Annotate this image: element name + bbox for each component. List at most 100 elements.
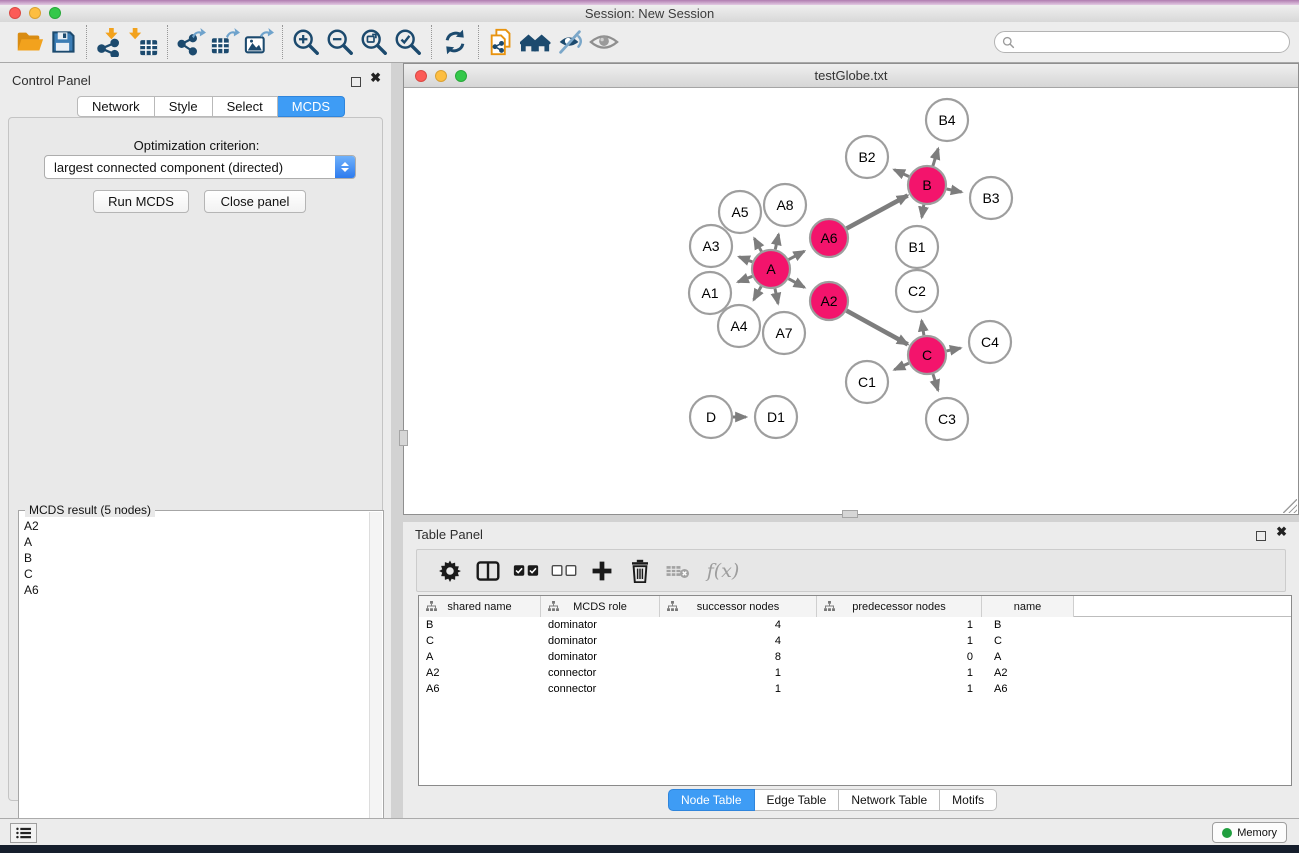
float-panel-icon[interactable]: [351, 77, 361, 87]
graph-node-B[interactable]: B: [908, 166, 946, 204]
column-header-MCDS-role[interactable]: MCDS role: [541, 596, 660, 617]
table-row[interactable]: Cdominator41C: [419, 633, 1291, 649]
graph-node-C2[interactable]: C2: [896, 270, 938, 312]
tab-mcds[interactable]: MCDS: [278, 96, 345, 117]
run-mcds-button[interactable]: Run MCDS: [93, 190, 189, 213]
graph-node-A6[interactable]: A6: [810, 219, 848, 257]
table-cell[interactable]: C: [419, 633, 541, 649]
table-cell[interactable]: connector: [541, 665, 660, 681]
export-network-button[interactable]: [174, 25, 208, 59]
export-image-button[interactable]: [242, 25, 276, 59]
float-table-panel-icon[interactable]: [1256, 531, 1266, 541]
table-cell[interactable]: B: [982, 617, 1074, 633]
edge-C-C4[interactable]: [947, 348, 961, 351]
table-cell[interactable]: 0: [817, 649, 982, 665]
export-table-button[interactable]: [208, 25, 242, 59]
edge-A2-C[interactable]: [847, 311, 908, 345]
table-cell[interactable]: 4: [660, 617, 817, 633]
import-table-button[interactable]: [127, 25, 161, 59]
task-history-button[interactable]: [10, 823, 37, 843]
table-cell[interactable]: 1: [660, 681, 817, 697]
graph-node-B4[interactable]: B4: [926, 99, 968, 141]
table-tab-motifs[interactable]: Motifs: [940, 789, 997, 811]
select-all-button[interactable]: [507, 554, 545, 588]
table-row[interactable]: Adominator80A: [419, 649, 1291, 665]
edge-B-B4[interactable]: [933, 149, 938, 166]
table-row[interactable]: Bdominator41B: [419, 617, 1291, 633]
table-row[interactable]: A6connector11A6: [419, 681, 1291, 697]
close-table-panel-icon[interactable]: ✖: [1276, 527, 1287, 537]
graph-node-C4[interactable]: C4: [969, 321, 1011, 363]
mcds-result-item[interactable]: A2: [24, 518, 369, 534]
delete-table-button[interactable]: [659, 554, 697, 588]
table-cell[interactable]: 1: [660, 665, 817, 681]
zoom-in-button[interactable]: [289, 25, 323, 59]
zoom-selected-button[interactable]: [391, 25, 425, 59]
new-network-from-selection-button[interactable]: [485, 25, 519, 59]
table-tab-edge-table[interactable]: Edge Table: [755, 789, 840, 811]
apply-function-button[interactable]: f(x): [697, 554, 749, 588]
table-cell[interactable]: 4: [660, 633, 817, 649]
zoom-out-button[interactable]: [323, 25, 357, 59]
table-settings-button[interactable]: [431, 554, 469, 588]
deselect-all-button[interactable]: [545, 554, 583, 588]
edge-A-A1[interactable]: [738, 276, 752, 282]
save-session-button[interactable]: [46, 25, 80, 59]
edge-B-B3[interactable]: [947, 189, 962, 192]
graph-node-B3[interactable]: B3: [970, 177, 1012, 219]
graph-node-A7[interactable]: A7: [763, 312, 805, 354]
zoom-fit-button[interactable]: [357, 25, 391, 59]
column-header-predecessor-nodes[interactable]: predecessor nodes: [817, 596, 982, 617]
table-cell[interactable]: A: [419, 649, 541, 665]
graph-node-D[interactable]: D: [690, 396, 732, 438]
column-header-successor-nodes[interactable]: successor nodes: [660, 596, 817, 617]
table-cell[interactable]: C: [982, 633, 1074, 649]
table-cell[interactable]: 1: [817, 633, 982, 649]
table-cell[interactable]: 1: [817, 617, 982, 633]
close-panel-icon[interactable]: ✖: [370, 73, 381, 83]
graph-node-A1[interactable]: A1: [689, 272, 731, 314]
tab-select[interactable]: Select: [213, 96, 278, 117]
graph-node-A4[interactable]: A4: [718, 305, 760, 347]
delete-column-button[interactable]: [621, 554, 659, 588]
table-cell[interactable]: 1: [817, 681, 982, 697]
bottom-splitter-handle[interactable]: [842, 510, 858, 518]
edge-A-A7[interactable]: [775, 289, 778, 304]
hide-selected-button[interactable]: [553, 25, 587, 59]
graph-node-A3[interactable]: A3: [690, 225, 732, 267]
table-cell[interactable]: A6: [419, 681, 541, 697]
edge-A6-B[interactable]: [847, 195, 908, 228]
mcds-result-item[interactable]: A6: [24, 582, 369, 598]
table-cell[interactable]: dominator: [541, 633, 660, 649]
memory-button[interactable]: Memory: [1212, 822, 1287, 843]
window-resize-grip[interactable]: [1283, 499, 1297, 513]
graph-node-A2[interactable]: A2: [810, 282, 848, 320]
mcds-result-item[interactable]: B: [24, 550, 369, 566]
edge-C-C2[interactable]: [922, 321, 924, 336]
add-column-button[interactable]: [583, 554, 621, 588]
table-cell[interactable]: A2: [982, 665, 1074, 681]
edge-B-B1[interactable]: [922, 205, 924, 218]
import-network-button[interactable]: [93, 25, 127, 59]
left-splitter-handle[interactable]: [399, 430, 408, 446]
refresh-button[interactable]: [438, 25, 472, 59]
criterion-select[interactable]: largest connected component (directed): [44, 155, 356, 179]
table-row[interactable]: A2connector11A2: [419, 665, 1291, 681]
table-cell[interactable]: A2: [419, 665, 541, 681]
edge-A-A5[interactable]: [754, 238, 761, 251]
table-cell[interactable]: B: [419, 617, 541, 633]
graph-node-C1[interactable]: C1: [846, 361, 888, 403]
mcds-result-item[interactable]: A: [24, 534, 369, 550]
edge-C-C1[interactable]: [894, 363, 908, 369]
close-panel-button[interactable]: Close panel: [204, 190, 306, 213]
graph-node-D1[interactable]: D1: [755, 396, 797, 438]
edge-A-A6[interactable]: [789, 251, 805, 259]
table-cell[interactable]: 8: [660, 649, 817, 665]
first-neighbors-button[interactable]: [519, 25, 553, 59]
column-header-name[interactable]: name: [982, 596, 1074, 617]
graph-node-A5[interactable]: A5: [719, 191, 761, 233]
graph-node-B2[interactable]: B2: [846, 136, 888, 178]
network-canvas[interactable]: B4B2BB3A5A8A6A3AB1A1A2C2A4A7C4CC1DD1C3: [404, 88, 1298, 514]
table-cell[interactable]: 1: [817, 665, 982, 681]
graph-node-B1[interactable]: B1: [896, 226, 938, 268]
